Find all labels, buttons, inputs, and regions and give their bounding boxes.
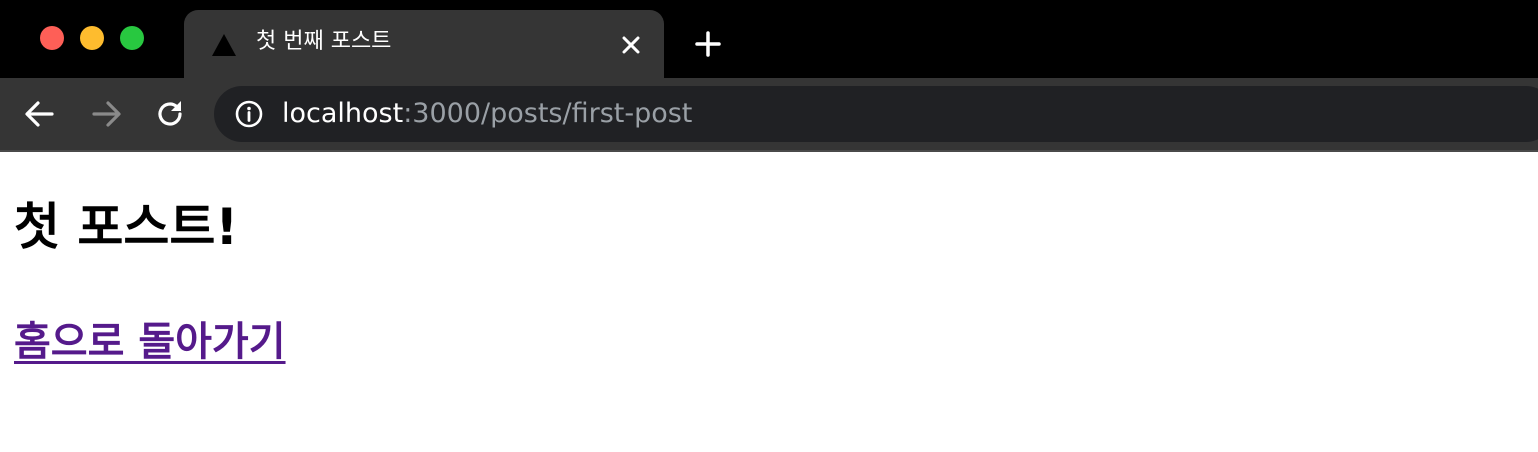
tab-active[interactable]: 첫 번째 포스트 [184,10,664,78]
page-title: 첫 포스트! [14,198,239,256]
url-path: :3000/posts/first-post [403,98,693,129]
arrow-right-icon[interactable] [88,96,124,132]
triangle-favicon-icon [212,34,236,56]
reload-icon[interactable] [152,96,188,132]
tab-close-icon[interactable] [620,34,642,56]
info-icon[interactable] [234,99,264,129]
window-minimize-button[interactable] [80,26,104,50]
home-link[interactable]: 홈으로 돌아가기 [14,312,286,372]
url-host: localhost [282,98,404,129]
browser-toolbar: localhost:3000/posts/first-post [0,78,1538,152]
plus-icon[interactable] [694,30,722,58]
page-content: 첫 포스트! 홈으로 돌아가기 [0,152,1538,452]
browser-window: 첫 번째 포스트 localhost:3000/posts/first-post… [0,0,1538,452]
window-close-button[interactable] [40,26,64,50]
window-maximize-button[interactable] [120,26,144,50]
tab-strip: 첫 번째 포스트 [0,0,1538,78]
address-bar[interactable]: localhost:3000/posts/first-post [214,86,1538,142]
url-text[interactable]: localhost:3000/posts/first-post [282,98,692,130]
arrow-left-icon[interactable] [22,96,58,132]
tab-title: 첫 번째 포스트 [256,29,392,54]
